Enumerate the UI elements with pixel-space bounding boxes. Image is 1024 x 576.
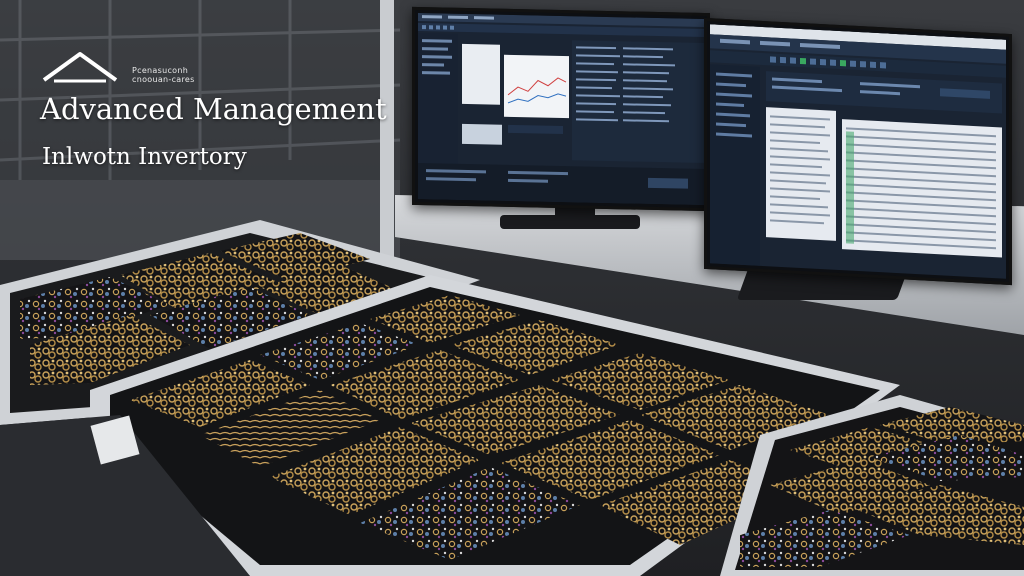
house-logo-icon [42,52,118,83]
jewelry-drawers [0,220,1024,576]
photo-scene: Pcenasuconh cnoouan-cares Advanced Manag… [0,0,1024,576]
monitor-left [412,6,710,212]
brand-tagline: Pcenasuconh cnoouan-cares [132,66,195,84]
monitor-left-screen [418,13,704,205]
headline-subtitle: Inlwotn Invertory [42,144,247,170]
headline-title: Advanced Management [40,92,387,126]
